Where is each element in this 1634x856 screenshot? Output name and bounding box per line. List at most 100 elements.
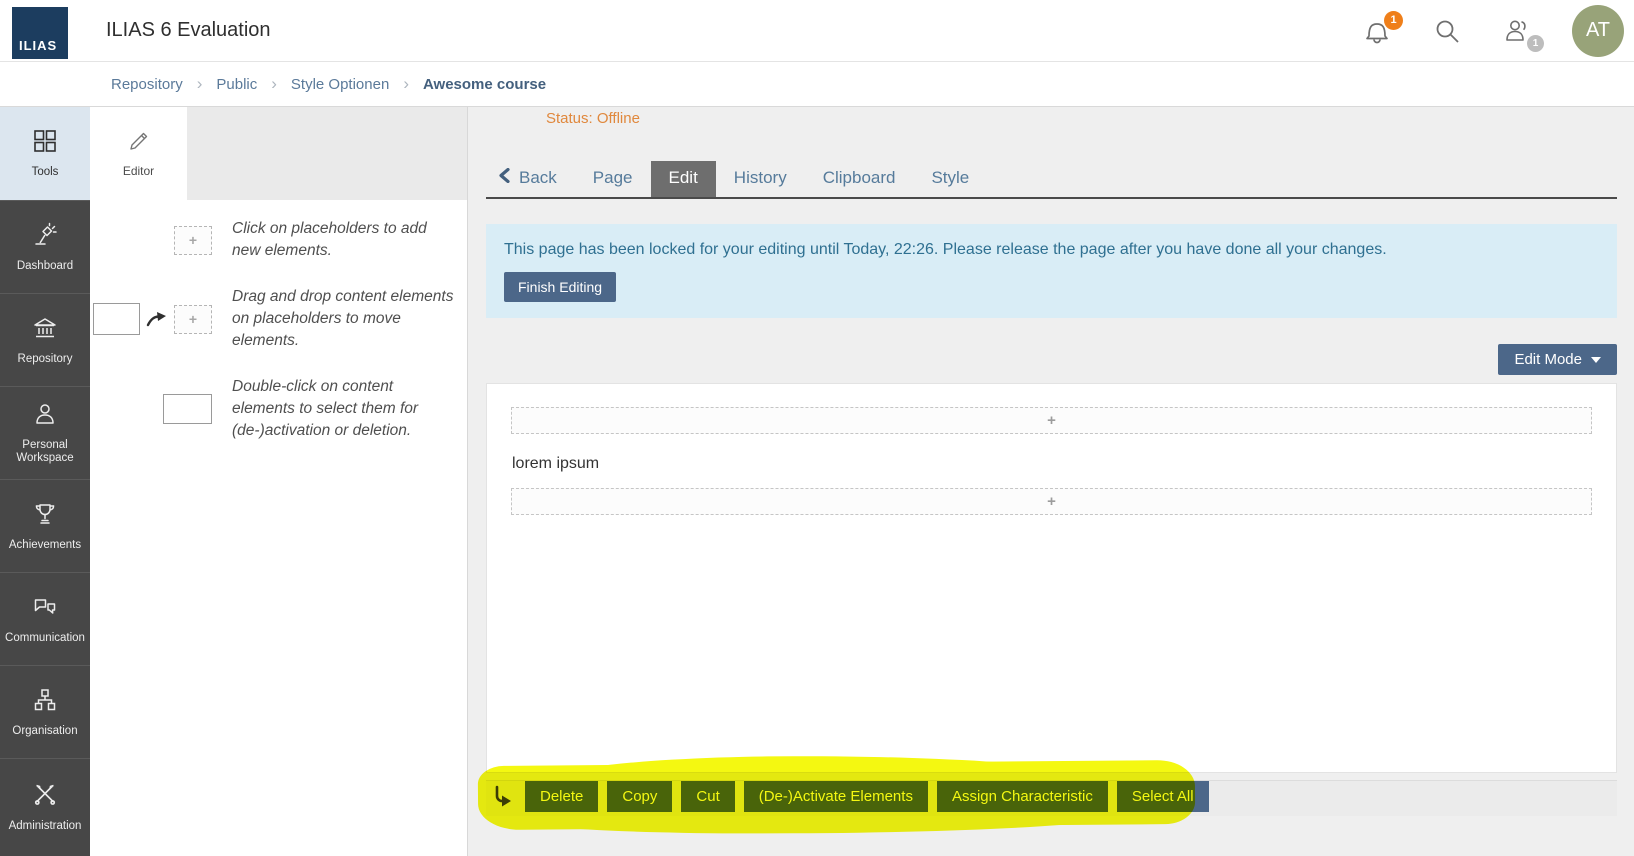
sidebar-item-organisation[interactable]: Organisation <box>0 665 90 758</box>
de-activate-elements-button[interactable]: (De-)Activate Elements <box>744 781 928 812</box>
caret-down-icon <box>1591 357 1601 363</box>
return-arrow-icon <box>490 784 514 810</box>
sidebar-item-label: Dashboard <box>13 260 77 273</box>
tab-label: Page <box>593 168 633 188</box>
instruction-graphic <box>90 376 232 442</box>
avatar-initials: AT <box>1586 19 1610 42</box>
instruction-text: Double-click on content elements to sele… <box>232 376 454 442</box>
content-element-box <box>163 394 212 424</box>
editor-tab-label: Editor <box>123 164 154 178</box>
delete-button[interactable]: Delete <box>525 781 598 812</box>
content-placeholder[interactable]: + <box>511 488 1592 515</box>
online-users-button[interactable]: 1 <box>1502 16 1532 46</box>
tab-style[interactable]: Style <box>913 161 987 197</box>
breadcrumb-item-repository[interactable]: Repository <box>111 76 183 93</box>
sidebar-item-repository[interactable]: Repository <box>0 293 90 386</box>
page-title: ILIAS 6 Evaluation <box>106 19 271 42</box>
edit-mode-dropdown[interactable]: Edit Mode <box>1498 344 1617 375</box>
ilias-logo[interactable]: ILIAS <box>12 7 68 59</box>
chevron-right-icon: › <box>403 74 409 94</box>
editor-panel-header: Editor <box>90 107 467 200</box>
sidebar-item-administration[interactable]: Administration <box>0 758 90 856</box>
instruction-drag-drop: + Drag and drop content elements on plac… <box>90 286 467 352</box>
breadcrumb-item-public[interactable]: Public <box>216 76 257 93</box>
tab-clipboard[interactable]: Clipboard <box>805 161 914 197</box>
tab-editor[interactable]: Editor <box>90 107 187 200</box>
tab-page[interactable]: Page <box>575 161 651 197</box>
page-tabs: Back Page Edit History Clipboard Style <box>486 161 1617 199</box>
breadcrumb-item-awesome-course[interactable]: Awesome course <box>423 76 546 93</box>
page: ILIAS ILIAS 6 Evaluation 1 <box>0 0 1634 856</box>
chevron-left-icon <box>498 168 511 188</box>
chevron-right-icon: › <box>271 74 277 94</box>
tab-back[interactable]: Back <box>486 161 575 197</box>
multi-actions-toolbar: Delete Copy Cut (De-)Activate Elements A… <box>486 777 1617 825</box>
sidebar-item-label: Administration <box>5 820 86 833</box>
tab-label: Clipboard <box>823 168 896 188</box>
sidebar-item-label: Communication <box>1 632 89 645</box>
instruction-graphic: + <box>90 286 232 352</box>
placeholder-add-icon: + <box>174 226 212 255</box>
instruction-text: Click on placeholders to add new element… <box>232 218 454 262</box>
crossed-tools-icon <box>32 782 58 813</box>
tab-label: Edit <box>669 168 698 188</box>
instruction-text: Drag and drop content elements on placeh… <box>232 286 454 352</box>
drag-arrow-icon <box>146 310 168 328</box>
instruction-double-click: Double-click on content elements to sele… <box>90 376 467 442</box>
status-row: Status: Offline <box>486 107 1634 153</box>
content-placeholder[interactable]: + <box>511 407 1592 434</box>
sidebar-item-label: Personal Workspace <box>0 439 90 465</box>
finish-editing-button[interactable]: Finish Editing <box>504 272 616 302</box>
sidebar-item-tools[interactable]: Tools <box>0 107 90 200</box>
breadcrumb: Repository › Public › Style Optionen › A… <box>0 62 1634 107</box>
search-icon <box>1432 33 1462 50</box>
logo-text: ILIAS <box>19 38 57 53</box>
trophy-icon <box>32 501 58 532</box>
chat-bubbles-icon <box>32 594 58 625</box>
tab-label: Style <box>931 168 969 188</box>
bell-icon <box>1362 33 1392 50</box>
org-chart-icon <box>32 687 58 718</box>
tab-edit[interactable]: Edit <box>651 161 716 197</box>
main-sidebar: Tools Dashboard <box>0 107 90 856</box>
sidebar-item-achievements[interactable]: Achievements <box>0 479 90 572</box>
sidebar-item-dashboard[interactable]: Dashboard <box>0 200 90 293</box>
edit-mode-label: Edit Mode <box>1514 351 1582 368</box>
bank-icon <box>32 315 58 346</box>
editor-panel: Editor + Click on placeholders to add ne… <box>90 107 468 856</box>
online-users-badge: 1 <box>1527 35 1544 52</box>
sidebar-item-communication[interactable]: Communication <box>0 572 90 665</box>
assign-characteristic-button[interactable]: Assign Characteristic <box>937 781 1108 812</box>
lock-notice-message: This page has been locked for your editi… <box>504 241 1599 259</box>
sidebar-item-personal-workspace[interactable]: Personal Workspace <box>0 386 90 479</box>
instruction-graphic: + <box>90 218 232 262</box>
pencil-icon <box>128 130 150 157</box>
page-editor-canvas: + lorem ipsum + <box>486 383 1617 773</box>
desk-lamp-icon <box>32 222 58 253</box>
main-content: Status: Offline Back Page Edit History C… <box>468 107 1634 856</box>
content-text-block[interactable]: lorem ipsum <box>511 455 1592 473</box>
tab-history[interactable]: History <box>716 161 805 197</box>
sidebar-item-label: Tools <box>28 166 63 179</box>
top-header: ILIAS ILIAS 6 Evaluation 1 <box>0 0 1634 62</box>
grid-icon <box>32 128 58 159</box>
notifications-badge: 1 <box>1384 11 1403 30</box>
placeholder-add-icon: + <box>174 305 212 334</box>
notifications-button[interactable]: 1 <box>1362 16 1392 46</box>
sidebar-item-label: Organisation <box>8 725 81 738</box>
chevron-right-icon: › <box>197 74 203 94</box>
content-element-box <box>93 303 140 335</box>
lock-notice: This page has been locked for your editi… <box>486 224 1617 318</box>
tab-label: History <box>734 168 787 188</box>
editor-panel-header-spacer <box>187 107 467 200</box>
person-icon <box>32 401 58 432</box>
breadcrumb-item-style-optionen[interactable]: Style Optionen <box>291 76 389 93</box>
copy-button[interactable]: Copy <box>607 781 672 812</box>
avatar[interactable]: AT <box>1572 5 1624 57</box>
select-all-button[interactable]: Select All <box>1117 781 1209 812</box>
search-button[interactable] <box>1432 16 1462 46</box>
status-badge: Status: Offline <box>546 110 640 127</box>
sidebar-item-label: Achievements <box>5 539 85 552</box>
cut-button[interactable]: Cut <box>681 781 734 812</box>
sidebar-item-label: Repository <box>14 353 77 366</box>
